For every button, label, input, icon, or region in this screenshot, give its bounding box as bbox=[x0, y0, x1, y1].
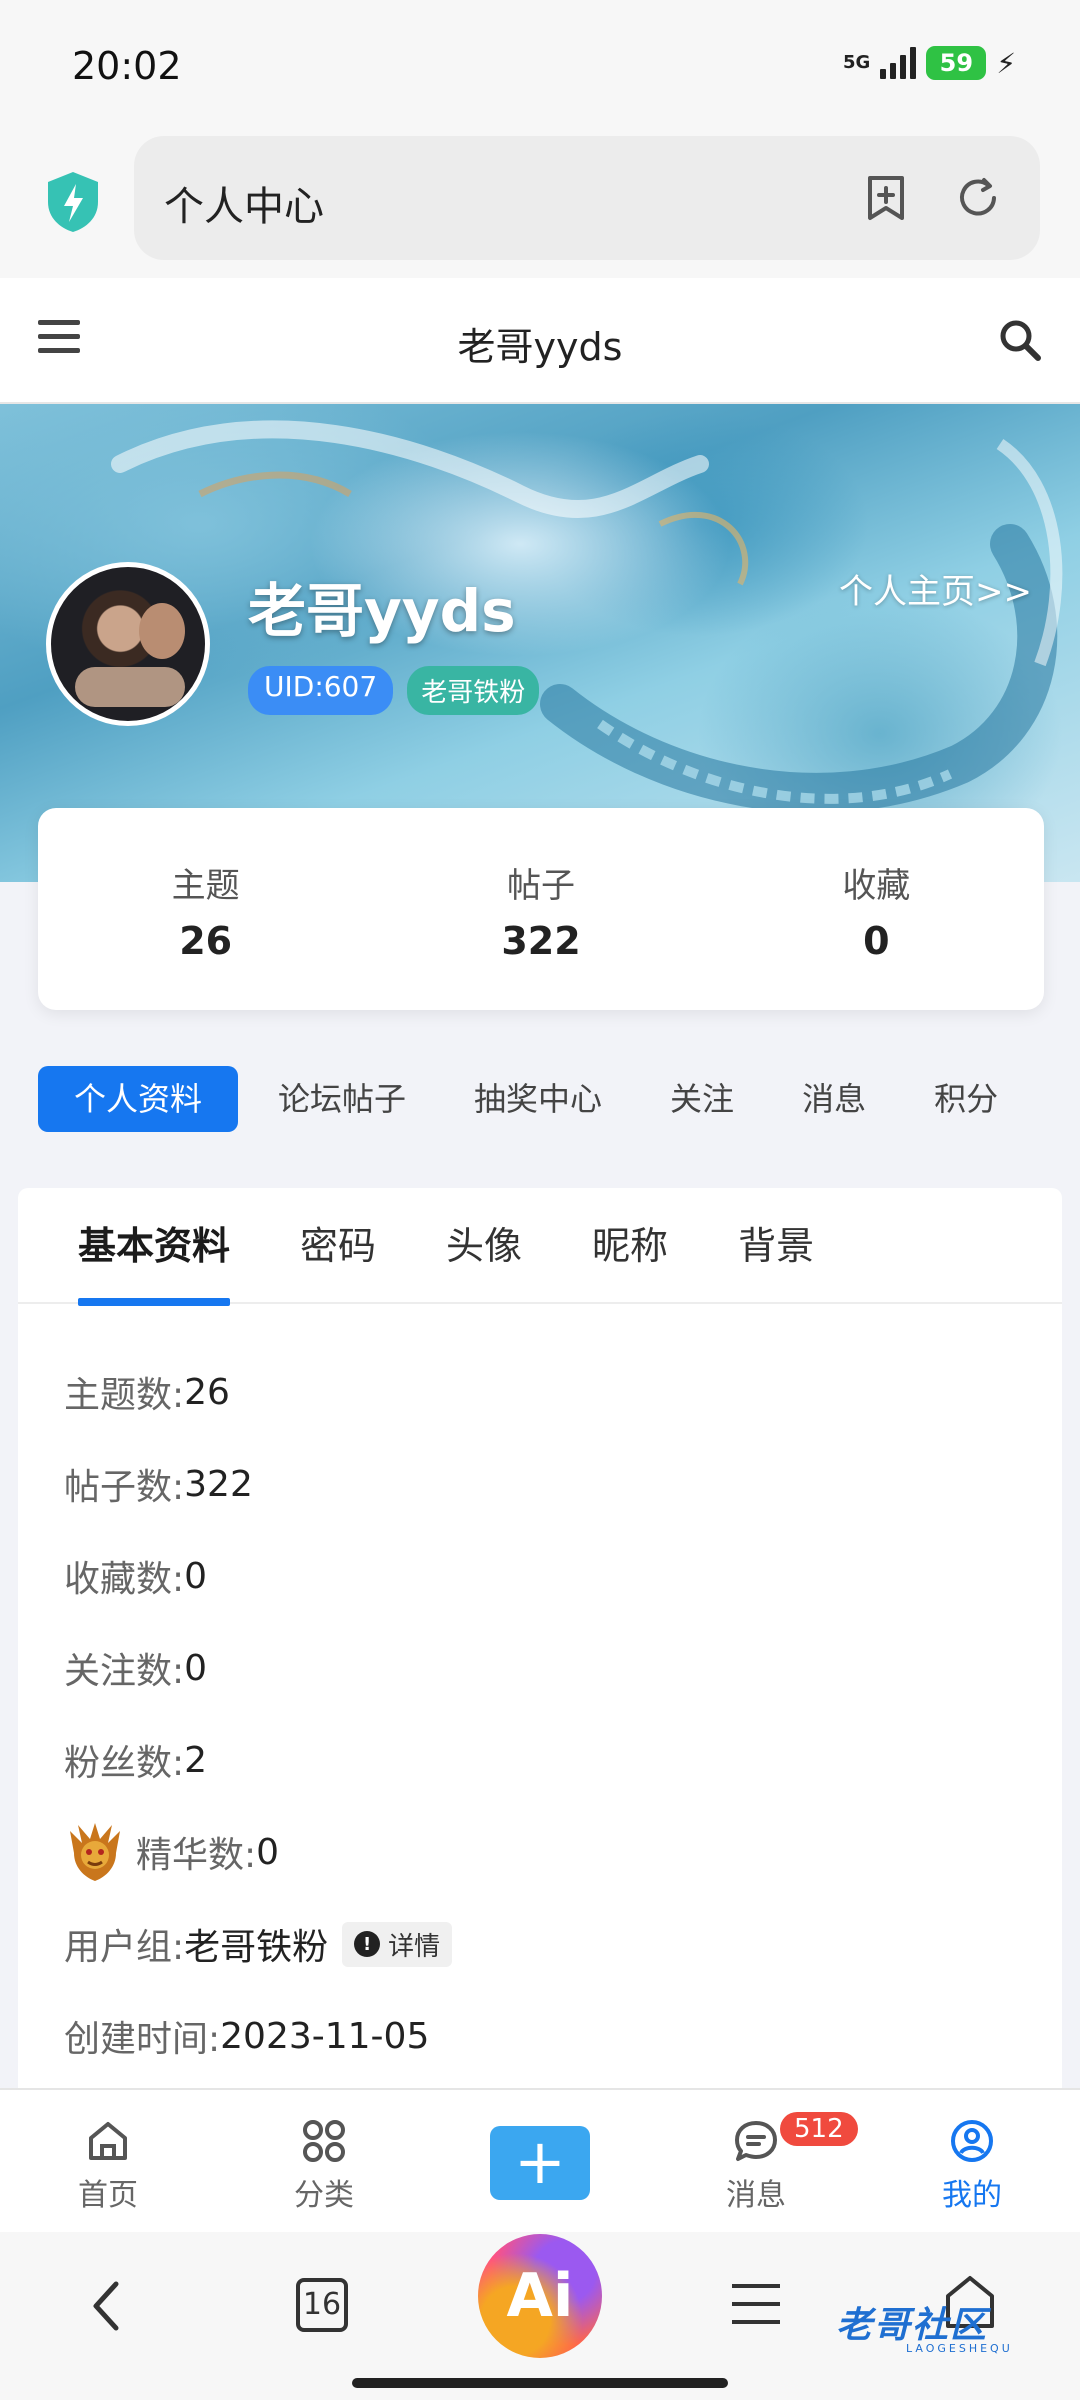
profile-sub-tabs: 基本资料 密码 头像 昵称 背景 bbox=[18, 1188, 1062, 1306]
network-label: 5G bbox=[843, 52, 871, 73]
info-label: 收藏数: bbox=[64, 1559, 185, 1600]
info-value: 322 bbox=[184, 1463, 253, 1505]
stat-label: 主题 bbox=[171, 866, 240, 906]
back-icon[interactable] bbox=[84, 2276, 128, 2336]
stat-label: 帖子 bbox=[506, 866, 575, 906]
battery-icon: 59 bbox=[926, 46, 987, 80]
info-value: 26 bbox=[184, 1371, 230, 1413]
address-text[interactable]: 个人中心 bbox=[164, 174, 324, 232]
stat-value: 322 bbox=[501, 919, 581, 963]
info-label: 粉丝数: bbox=[64, 1743, 185, 1784]
nav-messages-label: 消息 bbox=[726, 2178, 786, 2213]
info-row-posts: 帖子数: 322 bbox=[64, 1438, 1062, 1530]
info-row-following: 关注数: 0 bbox=[64, 1622, 1062, 1714]
info-value: 老哥铁粉 bbox=[184, 1927, 329, 1968]
info-value: 2023-11-05 bbox=[220, 2015, 430, 2057]
user-avatar[interactable] bbox=[46, 562, 210, 726]
address-bar[interactable]: 个人中心 bbox=[134, 136, 1040, 260]
stat-topics[interactable]: 主题 26 bbox=[38, 808, 373, 1010]
info-row-user-group: 用户组: 老哥铁粉 ! 详情 bbox=[64, 1898, 1062, 1990]
tab-lottery[interactable]: 抽奖中心 bbox=[446, 1066, 630, 1132]
nav-category[interactable]: 分类 bbox=[216, 2090, 432, 2232]
subtab-nickname[interactable]: 昵称 bbox=[592, 1188, 668, 1304]
info-row-essence: 精华数: 0 bbox=[64, 1806, 1062, 1898]
profile-nav-tabs: 个人资料 论坛帖子 抽奖中心 关注 消息 积分 bbox=[38, 1066, 1058, 1132]
messages-count-badge: 512 bbox=[780, 2112, 858, 2146]
info-value: 0 bbox=[256, 1831, 280, 1873]
tab-profile[interactable]: 个人资料 bbox=[38, 1066, 239, 1132]
refresh-icon[interactable] bbox=[954, 174, 1002, 222]
tab-following[interactable]: 关注 bbox=[642, 1066, 762, 1132]
app-bottom-nav: 首页 分类 消息 我的 + 512 bbox=[0, 2088, 1080, 2232]
stat-label: 收藏 bbox=[842, 866, 911, 906]
stat-posts[interactable]: 帖子 322 bbox=[373, 808, 708, 1010]
browser-bottom-bar: 16 Ai 老哥社区 LAOGESHEQU bbox=[0, 2232, 1080, 2400]
profile-badges: UID:607 老哥铁粉 bbox=[248, 666, 540, 715]
browser-toolbar: 个人中心 bbox=[0, 130, 1080, 278]
info-label: 精华数: bbox=[136, 1835, 257, 1876]
charging-icon: ⚡ bbox=[996, 46, 1016, 80]
info-row-topics: 主题数: 26 bbox=[64, 1346, 1062, 1438]
status-bar: 20:02 5G 59 ⚡ bbox=[0, 0, 1080, 130]
info-value: 0 bbox=[184, 1555, 208, 1597]
info-label: 用户组: bbox=[64, 1927, 185, 1968]
tab-forum-posts[interactable]: 论坛帖子 bbox=[250, 1066, 434, 1132]
user-circle-icon bbox=[951, 2120, 993, 2162]
info-row-favorites: 收藏数: 0 bbox=[64, 1530, 1062, 1622]
status-indicators: 5G 59 ⚡ bbox=[843, 46, 1016, 80]
nav-mine[interactable]: 我的 bbox=[864, 2090, 1080, 2232]
site-watermark: 老哥社区 bbox=[836, 2305, 989, 2346]
basic-info-list: 主题数: 26 帖子数: 322 收藏数: 0 关注数: 0 粉丝数: 2 精华… bbox=[18, 1346, 1062, 2082]
personal-homepage-link[interactable]: 个人主页>> bbox=[839, 564, 1032, 613]
shield-icon[interactable] bbox=[44, 170, 102, 234]
chat-bubble-icon bbox=[735, 2121, 777, 2161]
info-label: 关注数: bbox=[64, 1651, 185, 1692]
site-watermark-sub: LAOGESHEQU bbox=[906, 2342, 1013, 2355]
user-group-badge: 老哥铁粉 bbox=[407, 666, 540, 715]
browser-menu-icon[interactable] bbox=[732, 2284, 780, 2328]
nav-home[interactable]: 首页 bbox=[0, 2090, 216, 2232]
subtab-basic-info[interactable]: 基本资料 bbox=[78, 1188, 231, 1306]
nav-mine-label: 我的 bbox=[942, 2178, 1002, 2213]
dragon-medal-icon bbox=[70, 1823, 120, 1881]
info-label: 创建时间: bbox=[64, 2019, 221, 2060]
add-post-button[interactable]: + bbox=[490, 2126, 590, 2200]
site-title: 老哥yyds bbox=[457, 325, 623, 369]
site-header: 老哥yyds bbox=[0, 278, 1080, 404]
tab-points[interactable]: 积分 bbox=[906, 1066, 1026, 1132]
uid-badge: UID:607 bbox=[248, 666, 394, 715]
stat-value: 26 bbox=[179, 919, 233, 963]
info-row-fans: 粉丝数: 2 bbox=[64, 1714, 1062, 1806]
stat-value: 0 bbox=[863, 919, 890, 963]
info-row-created: 创建时间: 2023-11-05 bbox=[64, 1990, 1062, 2082]
info-label: 主题数: bbox=[64, 1375, 185, 1416]
info-value: 2 bbox=[184, 1739, 208, 1781]
add-bookmark-icon[interactable] bbox=[862, 174, 910, 222]
subtab-password[interactable]: 密码 bbox=[300, 1188, 376, 1304]
info-value: 0 bbox=[184, 1647, 208, 1689]
tab-messages[interactable]: 消息 bbox=[774, 1066, 894, 1132]
status-time: 20:02 bbox=[72, 44, 182, 88]
subtab-background[interactable]: 背景 bbox=[738, 1188, 814, 1304]
nav-category-label: 分类 bbox=[294, 2178, 354, 2213]
home-indicator[interactable] bbox=[352, 2378, 728, 2388]
ai-assistant-button[interactable]: Ai bbox=[478, 2234, 602, 2358]
exclamation-icon: ! bbox=[354, 1931, 381, 1957]
search-icon[interactable] bbox=[998, 318, 1042, 362]
grid-icon bbox=[303, 2120, 345, 2162]
tab-switcher-button[interactable]: 16 bbox=[296, 2278, 348, 2332]
detail-label: 详情 bbox=[388, 1931, 441, 1962]
profile-username: 老哥yyds bbox=[248, 577, 516, 645]
nav-home-label: 首页 bbox=[78, 2178, 138, 2213]
home-icon bbox=[89, 2122, 127, 2160]
profile-content-card: 基本资料 密码 头像 昵称 背景 主题数: 26 帖子数: 322 收藏数: 0… bbox=[18, 1188, 1062, 2088]
info-label: 帖子数: bbox=[64, 1467, 185, 1508]
stat-favorites[interactable]: 收藏 0 bbox=[709, 808, 1044, 1010]
stats-card: 主题 26 帖子 322 收藏 0 bbox=[38, 808, 1044, 1010]
group-detail-button[interactable]: ! 详情 bbox=[342, 1921, 453, 1967]
subtab-avatar[interactable]: 头像 bbox=[446, 1188, 522, 1304]
signal-icon bbox=[880, 47, 917, 79]
